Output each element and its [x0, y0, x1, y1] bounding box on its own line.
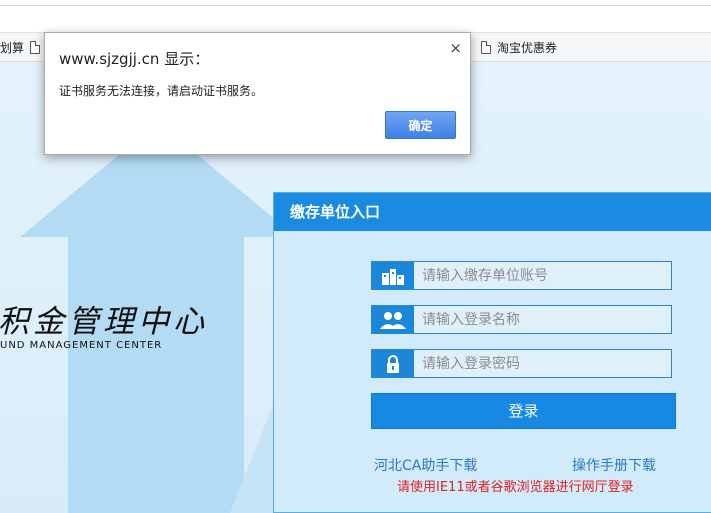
address-bar-edge — [0, 5, 711, 6]
close-icon[interactable]: × — [449, 39, 462, 57]
page-icon — [30, 41, 41, 54]
logo-title-cn: 积金管理中心 — [0, 304, 208, 340]
bookmark-item-1[interactable]: 划算 — [0, 39, 41, 56]
users-icon — [372, 306, 414, 333]
building-icon — [372, 262, 414, 289]
login-button[interactable]: 登录 — [371, 393, 676, 429]
password-field[interactable] — [371, 349, 672, 378]
browser-toolbar — [0, 0, 711, 33]
decor-arrow — [68, 210, 244, 513]
username-input[interactable] — [414, 306, 671, 333]
dialog-title: www.sjzgjj.cn 显示： — [59, 50, 210, 68]
login-header: 缴存单位入口 — [274, 193, 711, 231]
page-icon — [481, 41, 491, 54]
logo-title-en: UND MANAGEMENT CENTER — [0, 340, 163, 351]
ok-button[interactable]: 确定 — [385, 111, 456, 139]
bookmark-label: 淘宝优惠券 — [497, 41, 558, 55]
alert-dialog: www.sjzgjj.cn 显示： × 证书服务无法连接，请启动证书服务。 确定 — [44, 32, 471, 155]
username-field[interactable] — [371, 305, 672, 334]
login-panel: 缴存单位入口 请输入缴存单位账号 请输入登录名称 登录 河北CA助手下载 操作手… — [273, 192, 711, 513]
account-input[interactable] — [414, 262, 671, 289]
bookmark-label: 划算 — [0, 41, 25, 55]
lock-icon — [372, 350, 414, 377]
account-field[interactable] — [371, 261, 672, 290]
bookmark-item-2[interactable]: 淘宝优惠券 — [481, 39, 557, 56]
ca-download-link[interactable]: 河北CA助手下载 — [374, 455, 477, 475]
manual-download-link[interactable]: 操作手册下载 — [572, 455, 656, 475]
browser-notice: 请使用IE11或者谷歌浏览器进行网厅登录 — [397, 480, 634, 495]
dialog-message: 证书服务无法连接，请启动证书服务。 — [59, 84, 264, 98]
password-input[interactable] — [414, 350, 671, 377]
